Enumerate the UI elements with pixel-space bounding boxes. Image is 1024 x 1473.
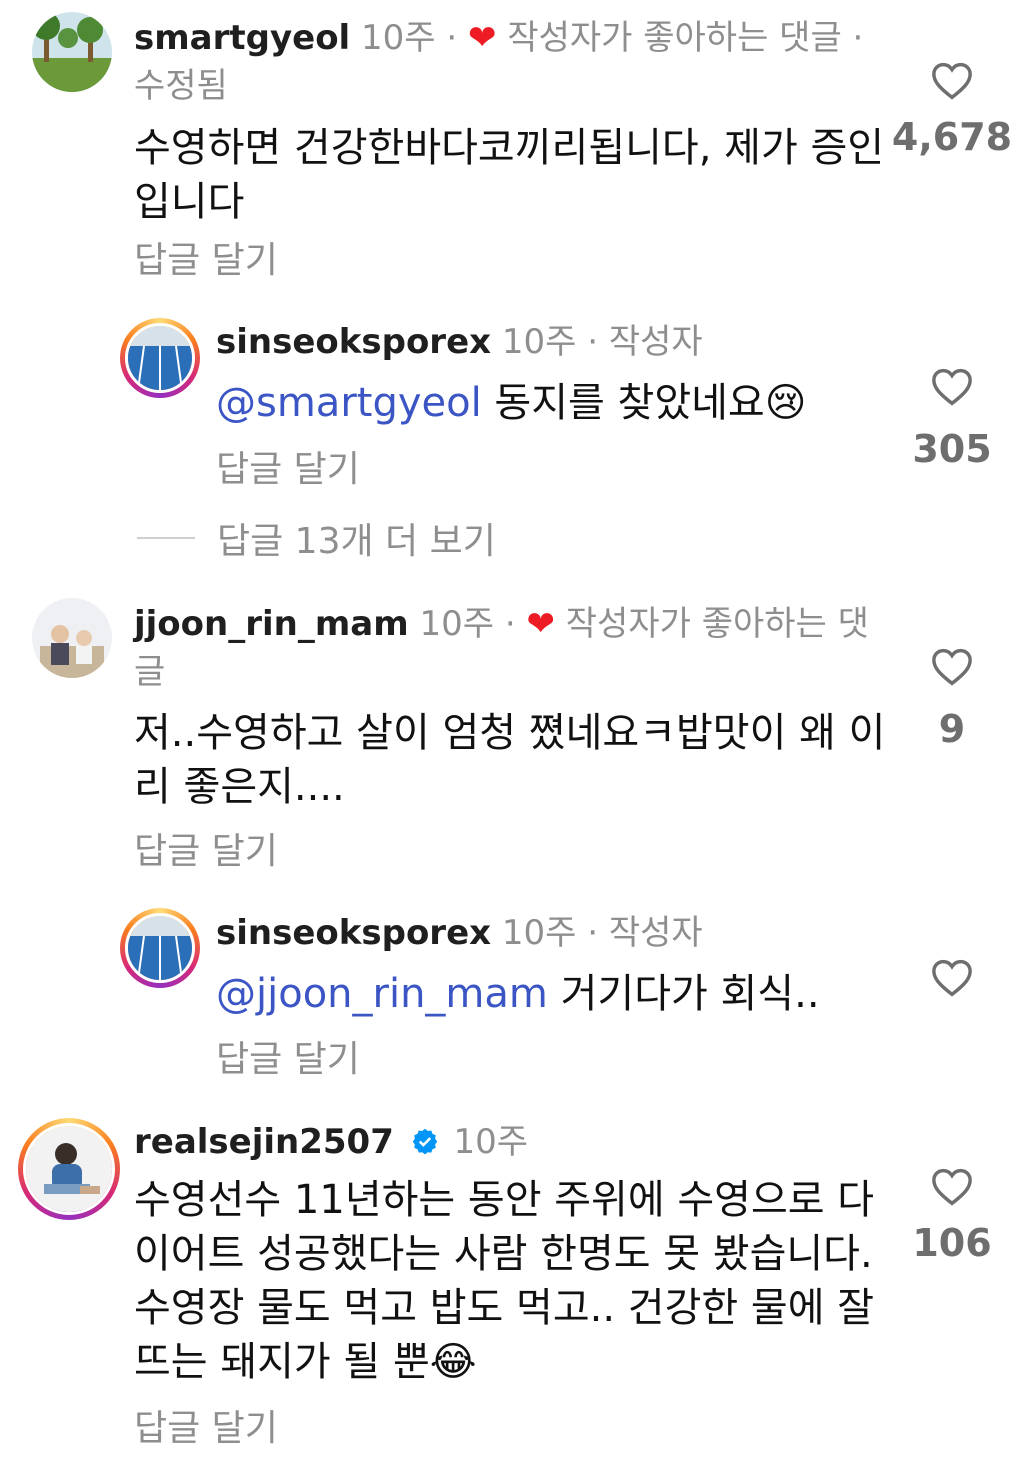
comment-text: 수영선수 11년하는 동안 주위에 수영으로 다이어트 성공했다는 사람 한명도… <box>134 1173 894 1389</box>
reply-button[interactable]: 답글 달기 <box>134 1405 278 1453</box>
username-link[interactable]: realsejin2507 <box>134 1122 394 1162</box>
heart-outline-icon[interactable] <box>931 648 973 686</box>
comment-meta: realsejin2507 10주 <box>134 1118 894 1166</box>
avatar[interactable] <box>32 598 112 678</box>
mention-link[interactable]: @smartgyeol <box>216 380 482 426</box>
like-count: 305 <box>912 427 992 471</box>
reply-button[interactable]: 답글 달기 <box>134 828 278 876</box>
avatar[interactable] <box>120 318 200 398</box>
like-count: 4,678 <box>891 115 1013 159</box>
comment-meta: jjoon_rin_mam 10주 · ❤ 작성자가 좋아하는 댓글 <box>134 600 884 696</box>
heart-outline-icon[interactable] <box>931 62 973 100</box>
heart-outline-icon[interactable] <box>931 959 973 997</box>
separator: · <box>446 18 458 58</box>
crying-emoji: 😢 <box>764 380 807 426</box>
comment-text: 수영하면 건강한바다코끼리됩니다, 제가 증인입니다 <box>134 125 885 225</box>
like-area: 106 <box>887 1168 1017 1268</box>
comment-meta: sinseoksporex 10주 · 작성자 <box>216 909 976 957</box>
liked-by-author-badge: 작성자가 좋아하는 댓글 <box>507 18 842 58</box>
username-link[interactable]: smartgyeol <box>134 18 350 58</box>
timestamp: 10주 <box>361 18 436 58</box>
author-label: · 작성자 <box>587 322 703 362</box>
heart-outline-icon[interactable] <box>931 1168 973 1206</box>
like-area <box>887 959 1017 997</box>
comment-body: 동지를 찾았네요 <box>494 380 765 426</box>
timestamp: 10주 <box>501 322 577 362</box>
username-link[interactable]: sinseoksporex <box>216 913 491 953</box>
divider-line <box>137 537 195 539</box>
timestamp: 10주 <box>419 604 495 644</box>
heart-filled-icon: ❤ <box>468 18 497 58</box>
avatar[interactable] <box>32 12 112 92</box>
comment-meta: smartgyeol 10주 · ❤ 작성자가 좋아하는 댓글 · 수정됨 <box>134 14 894 110</box>
separator: · <box>504 604 516 644</box>
like-count: 106 <box>912 1221 992 1265</box>
timestamp: 10주 <box>453 1122 529 1162</box>
avatar[interactable] <box>18 1118 120 1220</box>
timestamp: 10주 <box>501 913 577 953</box>
username-link[interactable]: sinseoksporex <box>216 322 491 362</box>
view-more-replies-button[interactable]: 답글 13개 더 보기 <box>137 510 496 566</box>
like-area: 305 <box>887 368 1017 474</box>
username-link[interactable]: jjoon_rin_mam <box>134 604 409 644</box>
reply-button[interactable]: 답글 달기 <box>216 446 360 494</box>
avatar[interactable] <box>120 908 200 988</box>
like-count: 9 <box>938 707 966 751</box>
heart-filled-icon: ❤ <box>526 604 555 644</box>
heart-outline-icon[interactable] <box>931 368 973 406</box>
mention-link[interactable]: @jjoon_rin_mam <box>216 971 548 1017</box>
author-label: · 작성자 <box>587 913 703 953</box>
like-area: 9 <box>887 648 1017 754</box>
laughing-emoji: 😂 <box>429 1339 477 1385</box>
comment-meta: sinseoksporex 10주 · 작성자 <box>216 318 976 366</box>
comment-body: 거기다가 회식.. <box>560 971 820 1017</box>
comment-text: @smartgyeol 동지를 찾았네요😢 <box>216 376 916 430</box>
comment-text: @jjoon_rin_mam 거기다가 회식.. <box>216 967 916 1021</box>
verified-badge-icon <box>412 1128 437 1154</box>
like-area: 4,678 <box>887 62 1017 162</box>
reply-button[interactable]: 답글 달기 <box>134 237 278 285</box>
view-more-label: 답글 13개 더 보기 <box>217 521 496 562</box>
comment-text: 저..수영하고 살이 엄청 쪘네요ㅋ밥맛이 왜 이리 좋은지.... <box>134 710 886 810</box>
reply-button[interactable]: 답글 달기 <box>216 1036 360 1084</box>
comment-body: 수영선수 11년하는 동안 주위에 수영으로 다이어트 성공했다는 사람 한명도… <box>134 1177 875 1385</box>
